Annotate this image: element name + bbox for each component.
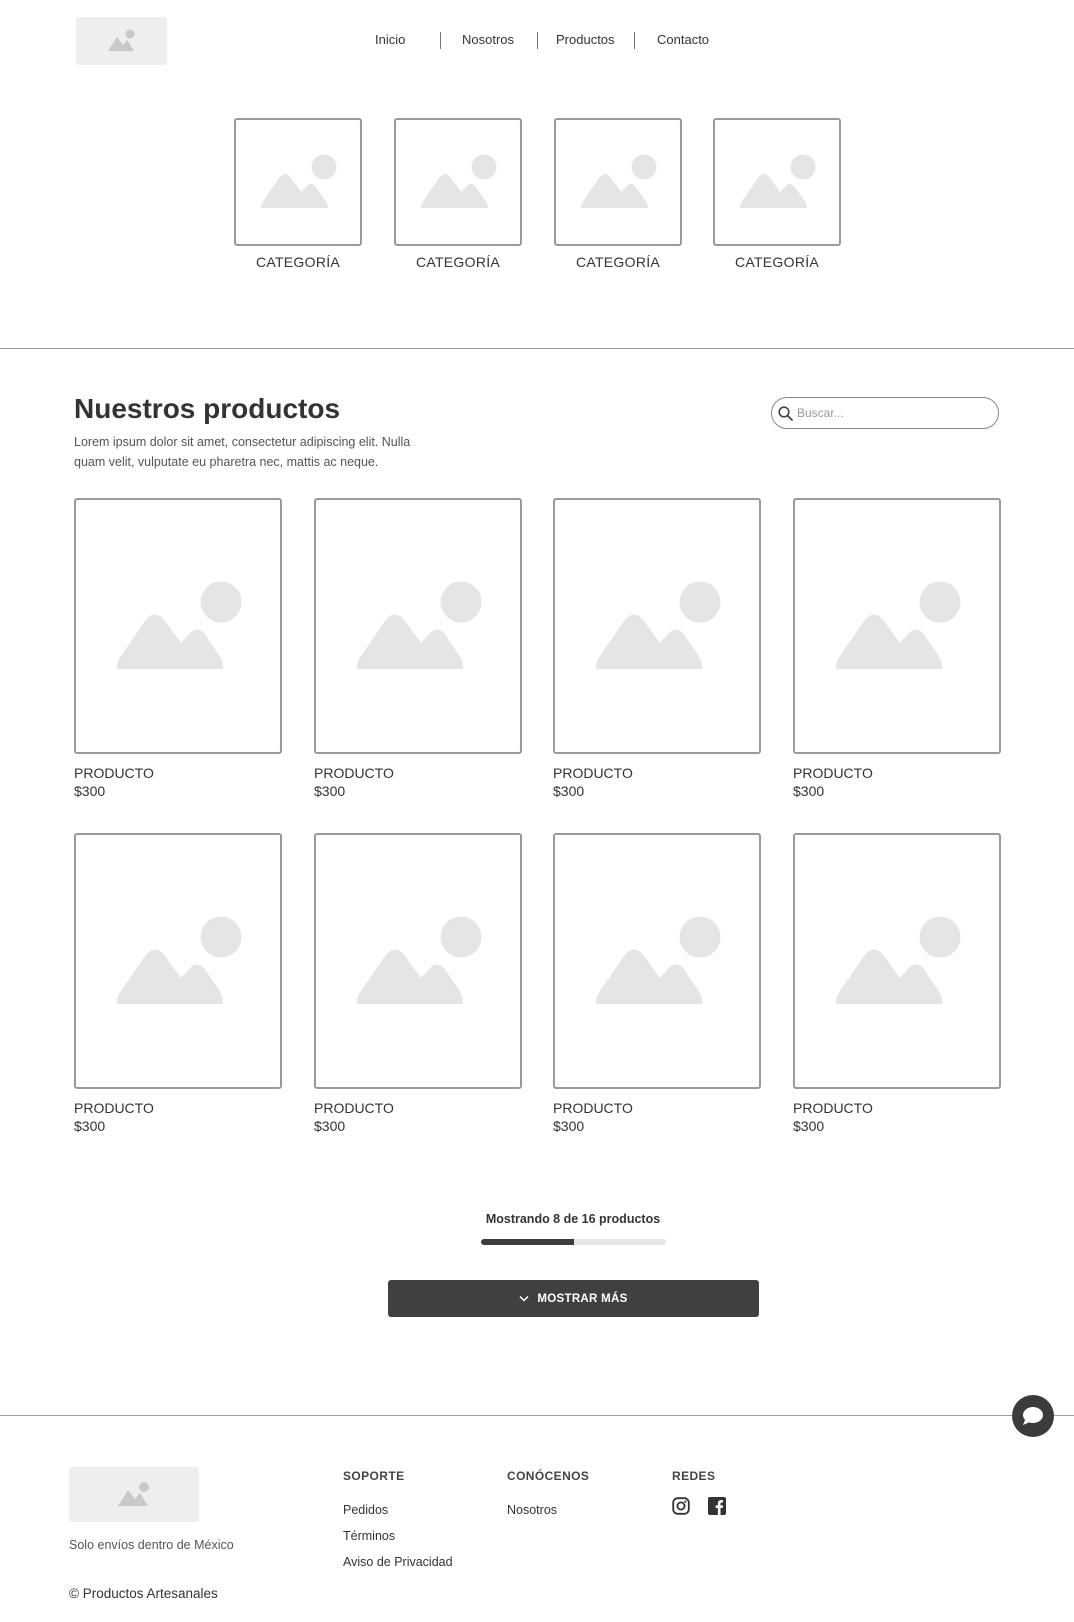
image-placeholder-icon — [116, 581, 242, 669]
product-image — [553, 833, 761, 1089]
image-placeholder-icon — [261, 154, 337, 208]
load-progress-bar — [481, 1239, 666, 1245]
product-card[interactable]: PRODUCTO $300 — [793, 833, 1001, 1135]
footer-column-about: CONÓCENOS Nosotros — [507, 1469, 589, 1523]
image-placeholder-icon — [581, 154, 657, 208]
product-image — [314, 498, 522, 754]
chat-bubble-icon — [1023, 1407, 1043, 1425]
product-price: $300 — [553, 783, 585, 799]
show-more-label: MOSTRAR MÁS — [537, 1292, 628, 1305]
footer-column-social: REDES — [672, 1469, 726, 1515]
product-image — [553, 498, 761, 754]
nav-divider — [537, 32, 538, 49]
image-placeholder-icon — [116, 916, 242, 1004]
image-placeholder-icon — [356, 581, 482, 669]
product-image — [74, 833, 282, 1089]
category-label: CATEGORÍA — [734, 254, 820, 270]
footer-column-support: SOPORTE Pedidos Términos Aviso de Privac… — [343, 1469, 453, 1575]
footer-link-pedidos[interactable]: Pedidos — [343, 1497, 453, 1523]
product-card[interactable]: PRODUCTO $300 — [553, 498, 761, 800]
nav-item-productos[interactable]: Productos — [556, 28, 615, 52]
product-card[interactable]: PRODUCTO $300 — [793, 498, 1001, 800]
image-placeholder-icon — [595, 581, 721, 669]
product-name: PRODUCTO — [793, 1100, 873, 1116]
category-card[interactable]: CATEGORÍA — [554, 118, 682, 270]
product-card[interactable]: PRODUCTO $300 — [553, 833, 761, 1135]
search-box[interactable] — [771, 397, 999, 429]
product-name: PRODUCTO — [553, 765, 633, 781]
category-label: CATEGORÍA — [255, 254, 341, 270]
search-icon — [778, 405, 793, 421]
category-image — [234, 118, 362, 246]
category-image — [554, 118, 682, 246]
product-price: $300 — [314, 1118, 346, 1134]
footer-link-nosotros[interactable]: Nosotros — [507, 1497, 589, 1523]
category-card[interactable]: CATEGORÍA — [394, 118, 522, 270]
footer-heading: REDES — [672, 1469, 716, 1483]
section-description: Lorem ipsum dolor sit amet, consectetur … — [74, 435, 411, 469]
product-image — [314, 833, 522, 1089]
facebook-icon[interactable] — [708, 1497, 726, 1515]
image-placeholder-icon — [118, 1482, 149, 1506]
product-count-text: Mostrando 8 de 16 productos — [485, 1212, 661, 1226]
chat-button[interactable] — [1012, 1395, 1054, 1437]
product-price: $300 — [553, 1118, 585, 1134]
product-image — [74, 498, 282, 754]
product-name: PRODUCTO — [793, 765, 873, 781]
category-label: CATEGORÍA — [575, 254, 661, 270]
product-price: $300 — [74, 1118, 106, 1134]
image-placeholder-icon — [421, 154, 497, 208]
image-placeholder-icon — [835, 916, 961, 1004]
product-price: $300 — [793, 783, 825, 799]
footer-link-privacidad[interactable]: Aviso de Privacidad — [343, 1549, 453, 1575]
image-placeholder-icon — [740, 154, 816, 208]
product-name: PRODUCTO — [553, 1100, 633, 1116]
footer-heading: CONÓCENOS — [507, 1469, 590, 1483]
category-image — [394, 118, 522, 246]
product-name: PRODUCTO — [314, 1100, 394, 1116]
search-input[interactable] — [797, 406, 977, 420]
social-links — [672, 1497, 726, 1515]
show-more-button[interactable]: MOSTRAR MÁS — [388, 1280, 759, 1317]
nav-divider — [440, 32, 441, 49]
category-card[interactable]: CATEGORÍA — [234, 118, 362, 270]
image-placeholder-icon — [356, 916, 482, 1004]
product-card[interactable]: PRODUCTO $300 — [314, 498, 522, 800]
image-placeholder-icon — [595, 916, 721, 1004]
product-price: $300 — [314, 783, 346, 799]
category-label: CATEGORÍA — [415, 254, 501, 270]
product-name: PRODUCTO — [314, 765, 394, 781]
footer-heading: SOPORTE — [343, 1469, 405, 1483]
footer-link-terminos[interactable]: Términos — [343, 1523, 453, 1549]
footer-logo[interactable] — [69, 1467, 199, 1522]
section-divider — [0, 348, 1074, 349]
category-image — [713, 118, 841, 246]
footer-divider — [0, 1415, 1074, 1416]
image-placeholder-icon — [835, 581, 961, 669]
nav-item-contacto[interactable]: Contacto — [657, 28, 709, 52]
product-image — [793, 498, 1001, 754]
nav-item-nosotros[interactable]: Nosotros — [462, 28, 514, 52]
page-title: Nuestros productos — [74, 393, 341, 424]
product-price: $300 — [74, 783, 106, 799]
nav-divider — [634, 32, 635, 49]
product-price: $300 — [793, 1118, 825, 1134]
category-card[interactable]: CATEGORÍA — [713, 118, 841, 270]
load-progress-fill — [481, 1239, 574, 1245]
product-card[interactable]: PRODUCTO $300 — [74, 498, 282, 800]
nav-item-inicio[interactable]: Inicio — [375, 28, 405, 52]
main-nav: Inicio Nosotros Productos Contacto — [0, 28, 1074, 52]
product-image — [793, 833, 1001, 1089]
chevron-down-icon — [519, 1294, 529, 1304]
product-card[interactable]: PRODUCTO $300 — [314, 833, 522, 1135]
product-name: PRODUCTO — [74, 1100, 154, 1116]
instagram-icon[interactable] — [672, 1497, 690, 1515]
product-card[interactable]: PRODUCTO $300 — [74, 833, 282, 1135]
product-name: PRODUCTO — [74, 765, 154, 781]
shipping-note: Solo envíos dentro de México — [69, 1538, 234, 1552]
copyright: © Productos Artesanales — [69, 1586, 218, 1601]
